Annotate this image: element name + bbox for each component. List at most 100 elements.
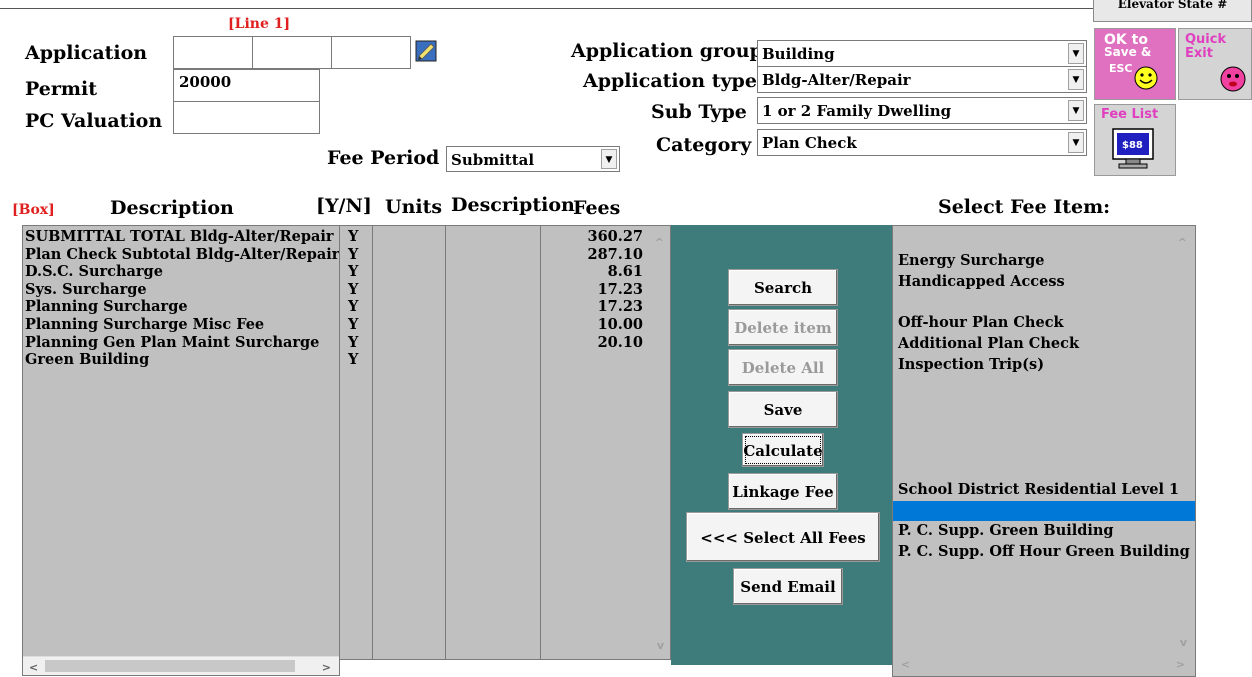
sad-face-icon [1220,66,1246,92]
scrollbar-thumb[interactable] [45,660,295,672]
pc-valuation-input[interactable] [173,101,320,134]
table-row-yn[interactable]: Y [348,263,372,281]
fee-item[interactable]: P. C. Supp. Green Building [893,521,1195,542]
table-row-description[interactable]: Planning Surcharge [25,298,339,316]
table-row-description[interactable]: Plan Check Subtotal Bldg-Alter/Repair [25,246,339,264]
fee-period-select[interactable]: Submittal ▼ [446,146,620,172]
fee-item[interactable] [893,459,1195,480]
yn-list[interactable]: YYYYYYYY [339,225,373,660]
table-row-yn[interactable]: Y [348,334,372,352]
table-row-fee[interactable]: 17.23 [541,281,643,299]
header-units: Units [385,196,443,218]
permit-label: Permit [25,78,97,100]
quick-label-line2: Exit [1185,46,1213,61]
permit-input[interactable]: 20000 [173,69,320,102]
quick-exit-button[interactable]: Quick Exit [1178,28,1252,100]
fee-item[interactable]: Inspection Trip(s) [893,355,1195,376]
application-type-label: Application type [583,70,757,92]
table-row-fee[interactable]: 8.61 [541,263,643,281]
table-row-yn[interactable]: Y [348,228,372,246]
category-label: Category [656,134,752,156]
table-row-yn[interactable]: Y [348,281,372,299]
top-divider [0,8,1093,9]
table-row-description[interactable]: Planning Surcharge Misc Fee [25,316,339,334]
fee-item-selected[interactable] [893,500,1195,522]
table-row-fee[interactable]: 360.27 [541,228,644,246]
table-row-fee[interactable]: 10.00 [541,316,643,334]
header-select-fee-item: Select Fee Item: [938,196,1111,218]
scroll-up-icon[interactable]: ^ [1178,234,1187,252]
fee-list-label: Fee List [1101,107,1159,122]
scroll-left-icon[interactable]: < [901,656,910,674]
application-lookup-icon[interactable] [415,40,437,62]
delete-all-button[interactable]: Delete All [728,349,838,386]
pc-valuation-label: PC Valuation [25,110,163,132]
table-row-yn[interactable]: Y [348,316,372,334]
fee-item[interactable] [893,417,1195,438]
elevator-state-label: Elevator State # [1117,0,1228,11]
permit-value: 20000 [179,73,232,91]
table-row-description[interactable]: Green Building [25,351,339,369]
fee-list-button[interactable]: Fee List $88 [1094,104,1176,176]
save-button[interactable]: Save [728,391,838,428]
fee-item[interactable] [893,293,1195,314]
fee-item[interactable]: P. C. Supp. Off Hour Green Building [893,542,1195,563]
fee-item[interactable]: Handicapped Access [893,272,1195,293]
scroll-right-icon[interactable]: > [1176,656,1185,674]
fees-list[interactable]: 360.27 287.10 8.61 17.23 17.23 10.00 20.10 ^ v [540,225,671,660]
select-all-fees-button[interactable]: <<< Select All Fees [686,512,880,562]
fee-item[interactable]: Additional Plan Check [893,334,1195,355]
ok-label-line3: ESC [1109,62,1133,75]
application-field-2[interactable] [252,36,332,69]
scroll-up-icon[interactable]: ^ [655,234,664,252]
sub-type-value: 1 or 2 Family Dwelling [762,102,952,120]
fee-item-list[interactable]: Energy Surcharge Handicapped Access Off-ho… [892,225,1196,677]
scroll-right-icon[interactable]: > [322,659,331,675]
quick-label-line1: Quick [1185,32,1227,47]
delete-item-button[interactable]: Delete item [728,309,838,346]
description2-list[interactable] [445,225,541,660]
table-row-yn[interactable]: Y [348,351,372,369]
table-row-fee[interactable] [541,351,643,369]
table-row-fee[interactable]: 17.23 [541,298,643,316]
table-row-fee[interactable]: 20.10 [541,334,643,352]
calculate-button[interactable]: Calculate [742,433,824,467]
fee-item[interactable] [893,376,1195,397]
fee-item[interactable]: School District Residential Level 1 [893,480,1195,501]
elevator-state-button[interactable]: Elevator State # [1093,0,1252,22]
fee-item[interactable]: Energy Surcharge [893,251,1195,272]
application-field-1[interactable] [173,36,253,69]
description-list[interactable]: SUBMITTAL TOTAL Bldg-Alter/Repair Plan Ch… [22,225,340,676]
smiley-icon [1134,66,1158,90]
line1-tag: [Line 1] [228,16,291,32]
table-row-yn[interactable]: Y [348,298,372,316]
linkage-fee-button[interactable]: Linkage Fee [728,473,838,510]
fee-item[interactable]: Off-hour Plan Check [893,313,1195,334]
send-email-button[interactable]: Send Email [733,568,843,605]
fee-item[interactable] [893,397,1195,418]
fee-period-label: Fee Period [327,147,440,169]
application-field-3[interactable] [331,36,411,69]
horizontal-scrollbar[interactable]: < > [23,656,339,675]
scroll-down-icon[interactable]: v [657,637,664,655]
table-row-fee[interactable]: 287.10 [541,246,644,264]
fee-item[interactable] [893,438,1195,459]
table-row-description[interactable]: SUBMITTAL TOTAL Bldg-Alter/Repair [25,228,339,246]
units-list[interactable] [372,225,446,660]
ok-save-esc-button[interactable]: OK to Save & ESC [1094,28,1176,100]
application-type-select[interactable]: Bldg-Alter/Repair ▼ [757,66,1087,93]
scroll-left-icon[interactable]: < [29,659,38,675]
table-row-description[interactable]: Planning Gen Plan Maint Surcharge [25,334,339,352]
category-select[interactable]: Plan Check ▼ [757,129,1087,156]
scroll-down-icon[interactable]: v [1180,634,1187,652]
table-row-yn[interactable]: Y [348,246,372,264]
category-value: Plan Check [762,134,857,152]
application-group-select[interactable]: Building ▼ [757,40,1087,67]
ok-label-line2: Save & [1104,45,1152,59]
fee-period-value: Submittal [451,151,535,169]
table-row-description[interactable]: Sys. Surcharge [25,281,339,299]
table-row-description[interactable]: D.S.C. Surcharge [25,263,339,281]
search-button[interactable]: Search [728,269,838,306]
header-fees: Fees [573,197,621,219]
sub-type-select[interactable]: 1 or 2 Family Dwelling ▼ [757,97,1087,124]
